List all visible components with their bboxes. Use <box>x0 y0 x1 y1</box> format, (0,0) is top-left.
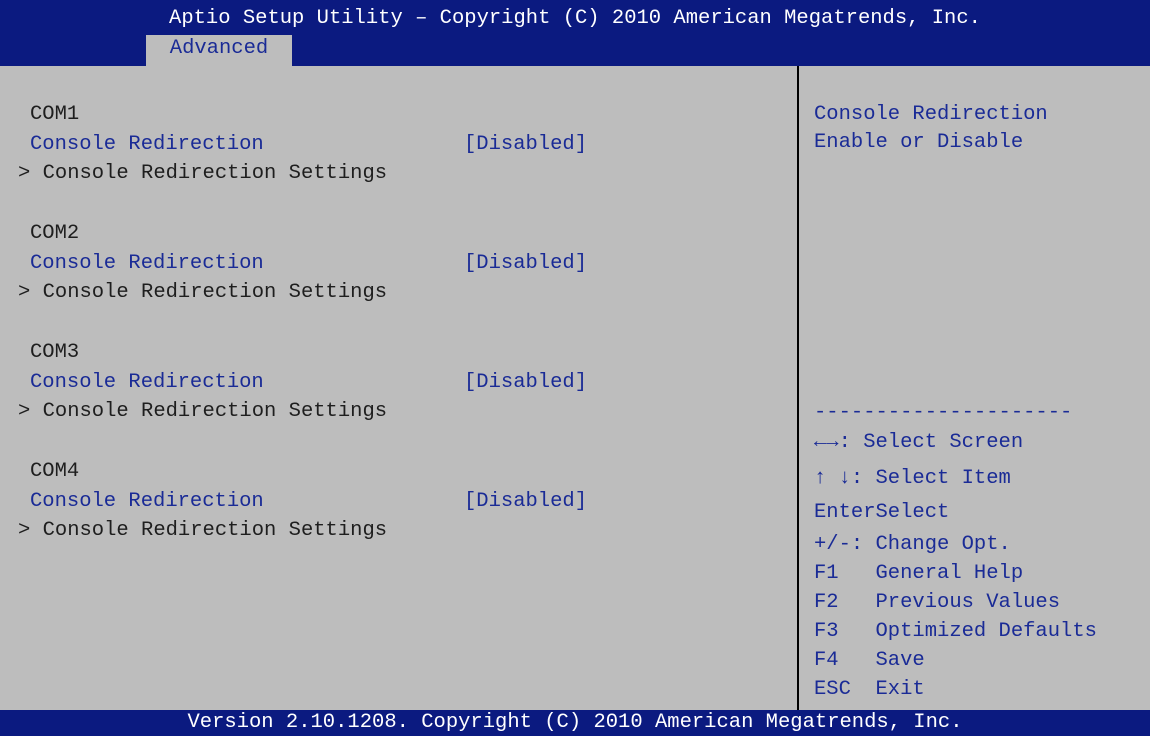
com3-console-redirection-value[interactable]: [Disabled] <box>464 370 587 396</box>
panel-divider <box>797 66 799 710</box>
com1-console-redirection-value[interactable]: [Disabled] <box>464 132 587 158</box>
com1-console-redirection-settings[interactable]: > Console Redirection Settings <box>18 161 387 187</box>
com4-heading: COM4 <box>30 460 80 483</box>
key-f3-optimized-defaults: F3 Optimized Defaults <box>814 620 1097 643</box>
key-select-item: ↑ ↓: Select Item <box>814 467 1011 490</box>
com2-console-redirection-settings[interactable]: > Console Redirection Settings <box>18 280 387 306</box>
com4-console-redirection-label[interactable]: Console Redirection <box>30 489 264 515</box>
com4-console-redirection-settings[interactable]: > Console Redirection Settings <box>18 518 387 544</box>
key-enter-select: EnterSelect <box>814 501 950 524</box>
key-change-opt: +/-: Change Opt. <box>814 533 1011 556</box>
com3-heading: COM3 <box>30 341 80 364</box>
com2-console-redirection-label[interactable]: Console Redirection <box>30 251 264 277</box>
main-panel: COM1 Console Redirection [Disabled] > Co… <box>0 66 1150 710</box>
com3-console-redirection-settings[interactable]: > Console Redirection Settings <box>18 399 387 425</box>
key-f2-previous-values: F2 Previous Values <box>814 591 1061 614</box>
com2-heading: COM2 <box>30 222 80 245</box>
key-select-screen: ←→: Select Screen <box>814 431 1024 454</box>
com3-console-redirection-label[interactable]: Console Redirection <box>30 370 264 396</box>
key-f1-general-help: F1 General Help <box>814 562 1024 585</box>
com1-console-redirection-label[interactable]: Console Redirection <box>30 132 264 158</box>
help-text-line2: Enable or Disable <box>814 131 1024 154</box>
tab-advanced[interactable]: Advanced <box>146 35 292 66</box>
help-divider: --------------------- <box>814 401 1073 424</box>
com1-heading: COM1 <box>30 103 80 126</box>
help-text-line1: Console Redirection <box>814 103 1048 126</box>
app-title: Aptio Setup Utility – Copyright (C) 2010… <box>169 7 981 30</box>
key-f4-save: F4 Save <box>814 649 925 672</box>
key-esc-exit: ESC Exit <box>814 678 925 701</box>
com2-console-redirection-value[interactable]: [Disabled] <box>464 251 587 277</box>
com4-console-redirection-value[interactable]: [Disabled] <box>464 489 587 515</box>
title-bar: Aptio Setup Utility – Copyright (C) 2010… <box>0 0 1150 66</box>
version-footer: Version 2.10.1208. Copyright (C) 2010 Am… <box>0 710 1150 736</box>
